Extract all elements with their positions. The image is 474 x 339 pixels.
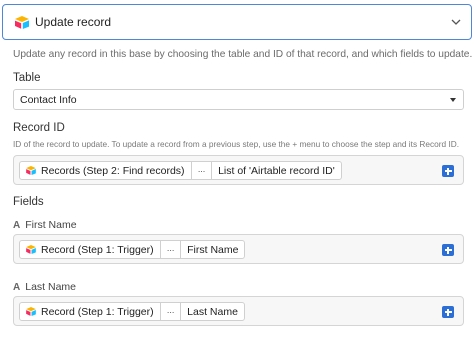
text-field-icon: A bbox=[13, 219, 21, 231]
last-name-token[interactable]: Record (Step 1: Trigger) ··· Last Name bbox=[19, 302, 245, 321]
action-description: Update any record in this base by choosi… bbox=[13, 49, 473, 60]
text-field-icon: A bbox=[13, 281, 21, 293]
first-name-input[interactable]: Record (Step 1: Trigger) ··· First Name bbox=[13, 234, 464, 264]
chevron-down-icon[interactable] bbox=[451, 18, 461, 26]
table-label: Table bbox=[13, 72, 41, 84]
token-step-label: Record (Step 1: Trigger) bbox=[41, 243, 154, 256]
add-icon[interactable] bbox=[442, 165, 454, 177]
last-name-input[interactable]: Record (Step 1: Trigger) ··· Last Name bbox=[13, 296, 464, 326]
add-icon[interactable] bbox=[442, 306, 454, 318]
token-menu-button[interactable]: ··· bbox=[190, 162, 212, 179]
record-id-token[interactable]: Records (Step 2: Find records) ··· List … bbox=[19, 161, 342, 180]
record-id-input[interactable]: Records (Step 2: Find records) ··· List … bbox=[13, 155, 464, 185]
token-value: First Name bbox=[180, 241, 244, 258]
record-id-help: ID of the record to update. To update a … bbox=[13, 139, 460, 149]
token-menu-button[interactable]: ··· bbox=[159, 241, 181, 258]
token-step: Record (Step 1: Trigger) bbox=[20, 241, 160, 258]
action-title: Update record bbox=[35, 15, 112, 29]
airtable-logo-icon bbox=[15, 16, 29, 29]
airtable-logo-icon bbox=[26, 166, 36, 175]
fields-label: Fields bbox=[13, 196, 44, 208]
add-icon[interactable] bbox=[442, 244, 454, 256]
token-menu-button[interactable]: ··· bbox=[159, 303, 181, 320]
token-step-label: Records (Step 2: Find records) bbox=[41, 164, 185, 177]
field-name: Last Name bbox=[25, 281, 77, 293]
action-header[interactable]: Update record bbox=[2, 4, 472, 40]
field-label-last-name: A Last Name bbox=[13, 281, 76, 293]
token-value: Last Name bbox=[180, 303, 244, 320]
table-select-value: Contact Info bbox=[20, 94, 77, 106]
field-name: First Name bbox=[25, 219, 77, 231]
caret-down-icon bbox=[450, 98, 456, 102]
airtable-logo-icon bbox=[26, 307, 36, 316]
token-step: Record (Step 1: Trigger) bbox=[20, 303, 160, 320]
token-step: Records (Step 2: Find records) bbox=[20, 162, 191, 179]
token-value: List of 'Airtable record ID' bbox=[211, 162, 341, 179]
airtable-logo-icon bbox=[26, 245, 36, 254]
field-label-first-name: A First Name bbox=[13, 219, 77, 231]
record-id-label: Record ID bbox=[13, 122, 65, 134]
table-select[interactable]: Contact Info bbox=[13, 89, 464, 110]
token-step-label: Record (Step 1: Trigger) bbox=[41, 305, 154, 318]
first-name-token[interactable]: Record (Step 1: Trigger) ··· First Name bbox=[19, 240, 246, 259]
